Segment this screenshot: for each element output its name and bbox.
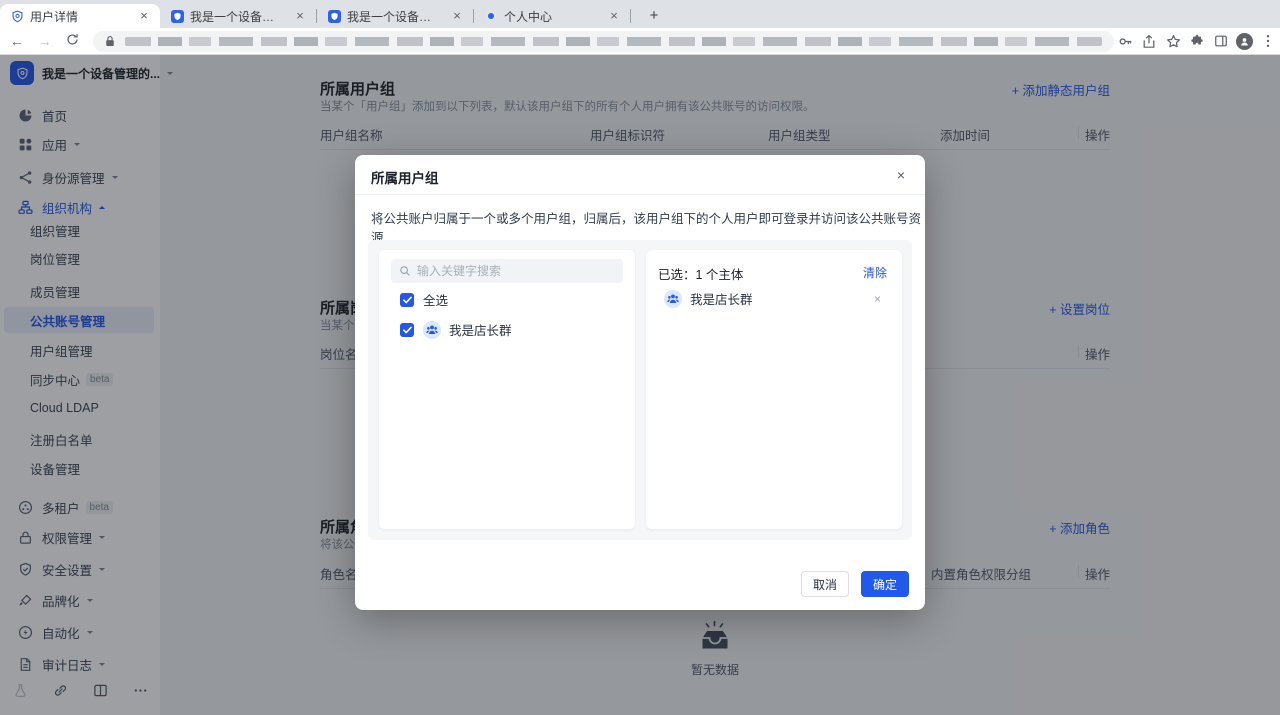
tab-close-icon[interactable]: × xyxy=(606,8,622,24)
shield-outline-favicon xyxy=(10,9,24,23)
new-tab-button[interactable]: + xyxy=(643,7,665,24)
transfer-container: 全选 我是店长群 已选：1 个主体 清除 我是店长 xyxy=(368,240,912,540)
tab-title: 个人中心 xyxy=(504,8,600,25)
user-group-avatar xyxy=(423,321,441,339)
side-panel-icon[interactable] xyxy=(1209,34,1233,48)
shield-solid-favicon xyxy=(327,9,341,23)
group-option-row[interactable]: 我是店长群 xyxy=(400,320,512,339)
profile-avatar[interactable] xyxy=(1233,33,1257,50)
user-group-modal: 所属用户组 × 将公共账户归属于一个或多个用户组，归属后，该用户组下的个人用户即… xyxy=(355,155,925,610)
clear-selection-link[interactable]: 清除 xyxy=(863,264,887,281)
tab-separator xyxy=(630,9,631,23)
tab-title: 我是一个设备管理的用户池 xyxy=(347,8,443,25)
back-icon[interactable]: ← xyxy=(6,33,28,49)
forward-icon[interactable]: → xyxy=(34,33,56,49)
page-viewport: 我是一个设备管理的... 首页 应用 身份源管理 组织机构 组织管理 岗位管理 … xyxy=(0,55,1280,715)
search-icon xyxy=(399,265,411,277)
lock-icon xyxy=(105,35,115,47)
browser-menu-icon[interactable] xyxy=(1256,34,1280,48)
bookmark-star-icon[interactable] xyxy=(1161,34,1185,49)
selected-count: 已选：1 个主体 xyxy=(658,264,743,283)
checkbox-checked[interactable] xyxy=(400,293,414,307)
url-redacted xyxy=(125,37,1102,46)
tab-strip: 用户详情 × 我是一个设备管理的用户池 × 我是一个设备管理的用户池 × 个人中… xyxy=(0,0,1280,28)
source-panel: 全选 我是店长群 xyxy=(379,250,635,529)
tab-close-icon[interactable]: × xyxy=(136,8,152,24)
confirm-button[interactable]: 确定 xyxy=(861,571,909,597)
selected-item-label: 我是店长群 xyxy=(690,289,753,308)
group-option-label: 我是店长群 xyxy=(449,320,512,339)
tab-title: 用户详情 xyxy=(30,8,130,25)
browser-chrome: 用户详情 × 我是一个设备管理的用户池 × 我是一个设备管理的用户池 × 个人中… xyxy=(0,0,1280,55)
share-icon[interactable] xyxy=(1138,34,1162,49)
modal-footer: 取消 确定 xyxy=(801,571,909,597)
user-group-avatar xyxy=(664,290,682,308)
tab-close-icon[interactable]: × xyxy=(449,8,465,24)
modal-title: 所属用户组 xyxy=(371,167,439,187)
checkbox-checked[interactable] xyxy=(400,323,414,337)
tab-user-pool-1[interactable]: 我是一个设备管理的用户池 × xyxy=(160,4,316,28)
shield-solid-favicon xyxy=(170,9,184,23)
search-box[interactable] xyxy=(391,259,623,283)
close-icon[interactable]: × xyxy=(891,165,911,185)
dot-favicon xyxy=(484,9,498,23)
reload-icon[interactable] xyxy=(62,33,84,49)
extensions-puzzle-icon[interactable] xyxy=(1185,34,1209,48)
selected-item-row: 我是店长群 × xyxy=(664,289,884,308)
password-key-icon[interactable] xyxy=(1114,34,1138,49)
tab-user-pool-2[interactable]: 我是一个设备管理的用户池 × xyxy=(317,4,473,28)
address-bar[interactable] xyxy=(93,31,1114,52)
tab-close-icon[interactable]: × xyxy=(292,8,308,24)
tab-personal-center[interactable]: 个人中心 × xyxy=(474,4,630,28)
remove-icon[interactable]: × xyxy=(874,292,881,306)
select-all-label: 全选 xyxy=(423,290,448,309)
selected-panel: 已选：1 个主体 清除 我是店长群 × xyxy=(646,250,902,529)
modal-header: 所属用户组 × xyxy=(355,155,925,195)
tab-title: 我是一个设备管理的用户池 xyxy=(190,8,286,25)
tab-user-detail[interactable]: 用户详情 × xyxy=(0,4,160,28)
search-input[interactable] xyxy=(417,264,607,278)
cancel-button[interactable]: 取消 xyxy=(801,571,849,597)
select-all-row[interactable]: 全选 xyxy=(400,290,448,309)
browser-toolbar: ← → xyxy=(0,28,1280,55)
